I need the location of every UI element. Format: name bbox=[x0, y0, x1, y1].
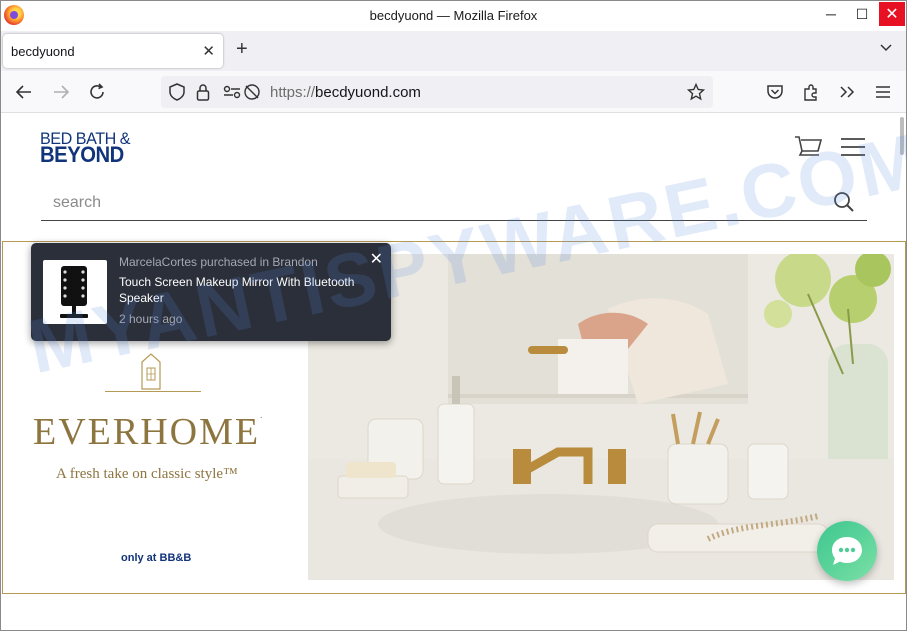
product-name[interactable]: Touch Screen Makeup Mirror With Bluetoot… bbox=[119, 274, 369, 306]
search-input[interactable] bbox=[41, 187, 821, 219]
bookmark-star-icon[interactable] bbox=[685, 81, 707, 103]
logo-line2: BEYOND bbox=[40, 142, 124, 167]
site-logo[interactable]: BED BATH & BEYOND bbox=[40, 129, 144, 167]
search-icon[interactable] bbox=[833, 191, 855, 213]
popup-close-button[interactable]: ✕ bbox=[370, 249, 383, 269]
tracking-blocked-icon[interactable] bbox=[241, 81, 263, 103]
url-bar[interactable]: https://becdyuond.com bbox=[161, 76, 713, 108]
minimize-button[interactable]: ─ bbox=[817, 1, 845, 27]
back-arrow-icon[interactable] bbox=[13, 81, 35, 103]
cart-icon[interactable] bbox=[794, 135, 822, 159]
url-text: https://becdyuond.com bbox=[270, 84, 421, 101]
shield-icon[interactable] bbox=[166, 81, 188, 103]
purchase-time: 2 hours ago bbox=[119, 312, 183, 326]
bathroom-photo bbox=[308, 254, 894, 580]
tab-title: becdyuond bbox=[11, 44, 75, 59]
product-thumbnail bbox=[43, 260, 107, 324]
chevron-down-icon[interactable] bbox=[880, 41, 892, 53]
title-bar: becdyuond — Mozilla Firefox ─ ☐ ✕ bbox=[1, 1, 906, 31]
forward-arrow-icon[interactable] bbox=[50, 81, 72, 103]
reload-icon[interactable] bbox=[86, 81, 108, 103]
bathroom-scene-image bbox=[308, 254, 894, 580]
brand-divider bbox=[105, 391, 201, 392]
extensions-icon[interactable] bbox=[800, 81, 822, 103]
house-icon bbox=[141, 353, 161, 390]
page-content: BED BATH & BEYOND search EVERHOME. A fre… bbox=[1, 113, 906, 630]
search-bar bbox=[41, 187, 867, 221]
everhome-tagline: A fresh take on classic style™ bbox=[56, 466, 238, 482]
scrollbar[interactable] bbox=[900, 117, 904, 155]
everhome-brand: EVERHOME. bbox=[33, 410, 262, 454]
tab-close-button[interactable]: ✕ bbox=[202, 42, 215, 60]
url-host: becdyuond.com bbox=[315, 84, 421, 101]
overflow-chevrons-icon[interactable] bbox=[836, 81, 858, 103]
only-at-label: only at BB&B bbox=[121, 552, 192, 564]
everhome-trademark: . bbox=[260, 410, 263, 420]
chat-button[interactable] bbox=[817, 521, 877, 581]
purchase-notification-popup[interactable]: MarcelaCortes purchased in Brandon Touch… bbox=[31, 243, 391, 341]
navigation-bar: https://becdyuond.com bbox=[1, 71, 906, 113]
hamburger-menu-icon[interactable] bbox=[872, 81, 894, 103]
url-scheme: https:// bbox=[270, 84, 316, 101]
buyer-info: MarcelaCortes purchased in Brandon bbox=[119, 255, 318, 269]
close-window-button[interactable]: ✕ bbox=[879, 2, 905, 26]
new-tab-button[interactable]: + bbox=[236, 39, 248, 59]
chat-icon bbox=[832, 537, 862, 565]
makeup-mirror-image bbox=[60, 266, 88, 318]
everhome-brand-name: EVERHOME bbox=[33, 411, 261, 453]
permissions-icon[interactable] bbox=[221, 81, 243, 103]
window-title: becdyuond — Mozilla Firefox bbox=[369, 8, 538, 23]
maximize-button[interactable]: ☐ bbox=[848, 1, 876, 27]
tab-strip: becdyuond ✕ + bbox=[1, 31, 906, 71]
browser-window: becdyuond — Mozilla Firefox ─ ☐ ✕ becdyu… bbox=[0, 0, 907, 631]
tab-active[interactable]: becdyuond ✕ bbox=[3, 34, 223, 68]
pocket-icon[interactable] bbox=[764, 81, 786, 103]
site-menu-icon[interactable] bbox=[840, 137, 866, 157]
lock-icon[interactable] bbox=[192, 81, 214, 103]
